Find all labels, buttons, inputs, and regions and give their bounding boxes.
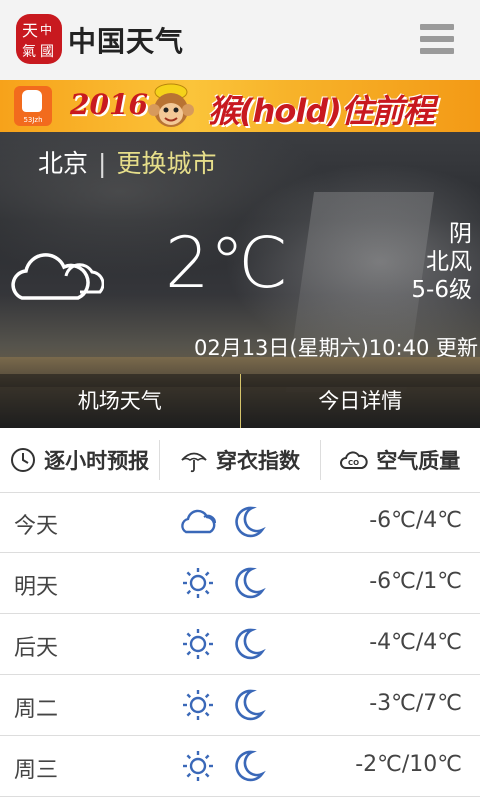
daily-forecast-list: 今天 -6℃/4℃ 明天 -6℃/1℃ 后天 -4℃/4℃ 周二 -3℃/7℃ … [0,492,480,797]
tab-hourly-label: 逐小时预报 [44,449,150,473]
banner-year: 2016 [70,88,148,121]
forecast-day: 今天 [14,514,59,539]
sun-icon [178,626,218,662]
umbrella-icon [181,452,207,473]
tab-hourly-forecast[interactable]: 逐小时预报 [0,440,159,480]
air-quality-icon: CO [340,451,368,469]
hero-tabs: 机场天气 今日详情 [0,374,480,428]
sun-icon [178,565,218,601]
city-line: 北京 | 更换城市 [38,144,216,180]
app-title: 中国天气 [68,25,185,58]
forecast-temp-range: -6℃/4℃ [369,508,462,533]
forecast-temp-range: -6℃/1℃ [369,569,462,594]
svg-text:CO: CO [348,459,359,467]
forecast-row[interactable]: 后天 -4℃/4℃ [0,614,480,675]
tab-clothing-index[interactable]: 穿衣指数 [159,440,319,480]
ad-banner[interactable]: 53Jzh 2016 猴(hold)住前程 [0,80,480,132]
current-weather-panel: 北京 | 更换城市 2℃ 阴 北风 5-6级 02月13日(星期六)10:40 更新… [0,132,480,428]
hamburger-menu-icon[interactable] [420,24,454,54]
cloudy-icon [11,253,104,300]
banner-app-badge: 53Jzh [23,116,43,124]
cloudy-icon [178,504,218,540]
forecast-temp-range: -3℃/7℃ [369,691,462,716]
condition-block: 阴 北风 5-6级 [411,220,472,304]
svg-text:天: 天 [22,21,38,40]
current-temperature: 2℃ [165,222,289,304]
tab-today-details[interactable]: 今日详情 [241,374,480,428]
tab-air-quality[interactable]: CO 空气质量 [319,440,480,480]
svg-text:中: 中 [40,22,52,37]
sub-tabs: 逐小时预报 穿衣指数 CO 空气质量 [0,428,480,493]
tab-air-quality-label: 空气质量 [376,449,461,473]
hand-app-icon: 53Jzh [14,86,52,126]
app-header: 天 中 氣 國 中国天气 [0,0,480,81]
monkey-mascot-icon [148,83,194,127]
forecast-row[interactable]: 周二 -3℃/7℃ [0,675,480,736]
moon-icon [230,565,266,601]
change-city-link[interactable]: 更换城市 [116,149,216,178]
update-time: 02月13日(星期六)10:40 更新 [193,336,478,360]
wind-direction: 北风 [426,249,472,275]
forecast-day: 周二 [14,697,59,722]
city-separator: | [98,149,107,178]
current-city: 北京 [38,149,89,178]
tab-clothing-label: 穿衣指数 [215,449,300,473]
moon-icon [230,687,266,723]
banner-slogan: 猴(hold)住前程 [208,92,435,130]
sun-icon [178,748,218,784]
weather-condition: 阴 [449,221,472,247]
tab-airport-weather[interactable]: 机场天气 [0,374,240,428]
svg-text:國: 國 [40,44,54,60]
clock-icon [11,448,36,472]
forecast-day: 明天 [14,575,59,600]
forecast-temp-range: -2℃/10℃ [355,752,462,777]
sun-icon [178,687,218,723]
moon-icon [230,504,266,540]
moon-icon [230,626,266,662]
forecast-row[interactable]: 明天 -6℃/1℃ [0,553,480,614]
forecast-temp-range: -4℃/4℃ [369,630,462,655]
forecast-day: 周三 [14,758,59,783]
forecast-row[interactable]: 周三 -2℃/10℃ [0,736,480,797]
forecast-day: 后天 [14,636,59,661]
svg-text:氣: 氣 [22,44,36,60]
wind-level: 5-6级 [411,277,472,303]
moon-icon [230,748,266,784]
forecast-row[interactable]: 今天 -6℃/4℃ [0,492,480,553]
logo-seal-icon: 天 中 氣 國 [16,14,62,64]
